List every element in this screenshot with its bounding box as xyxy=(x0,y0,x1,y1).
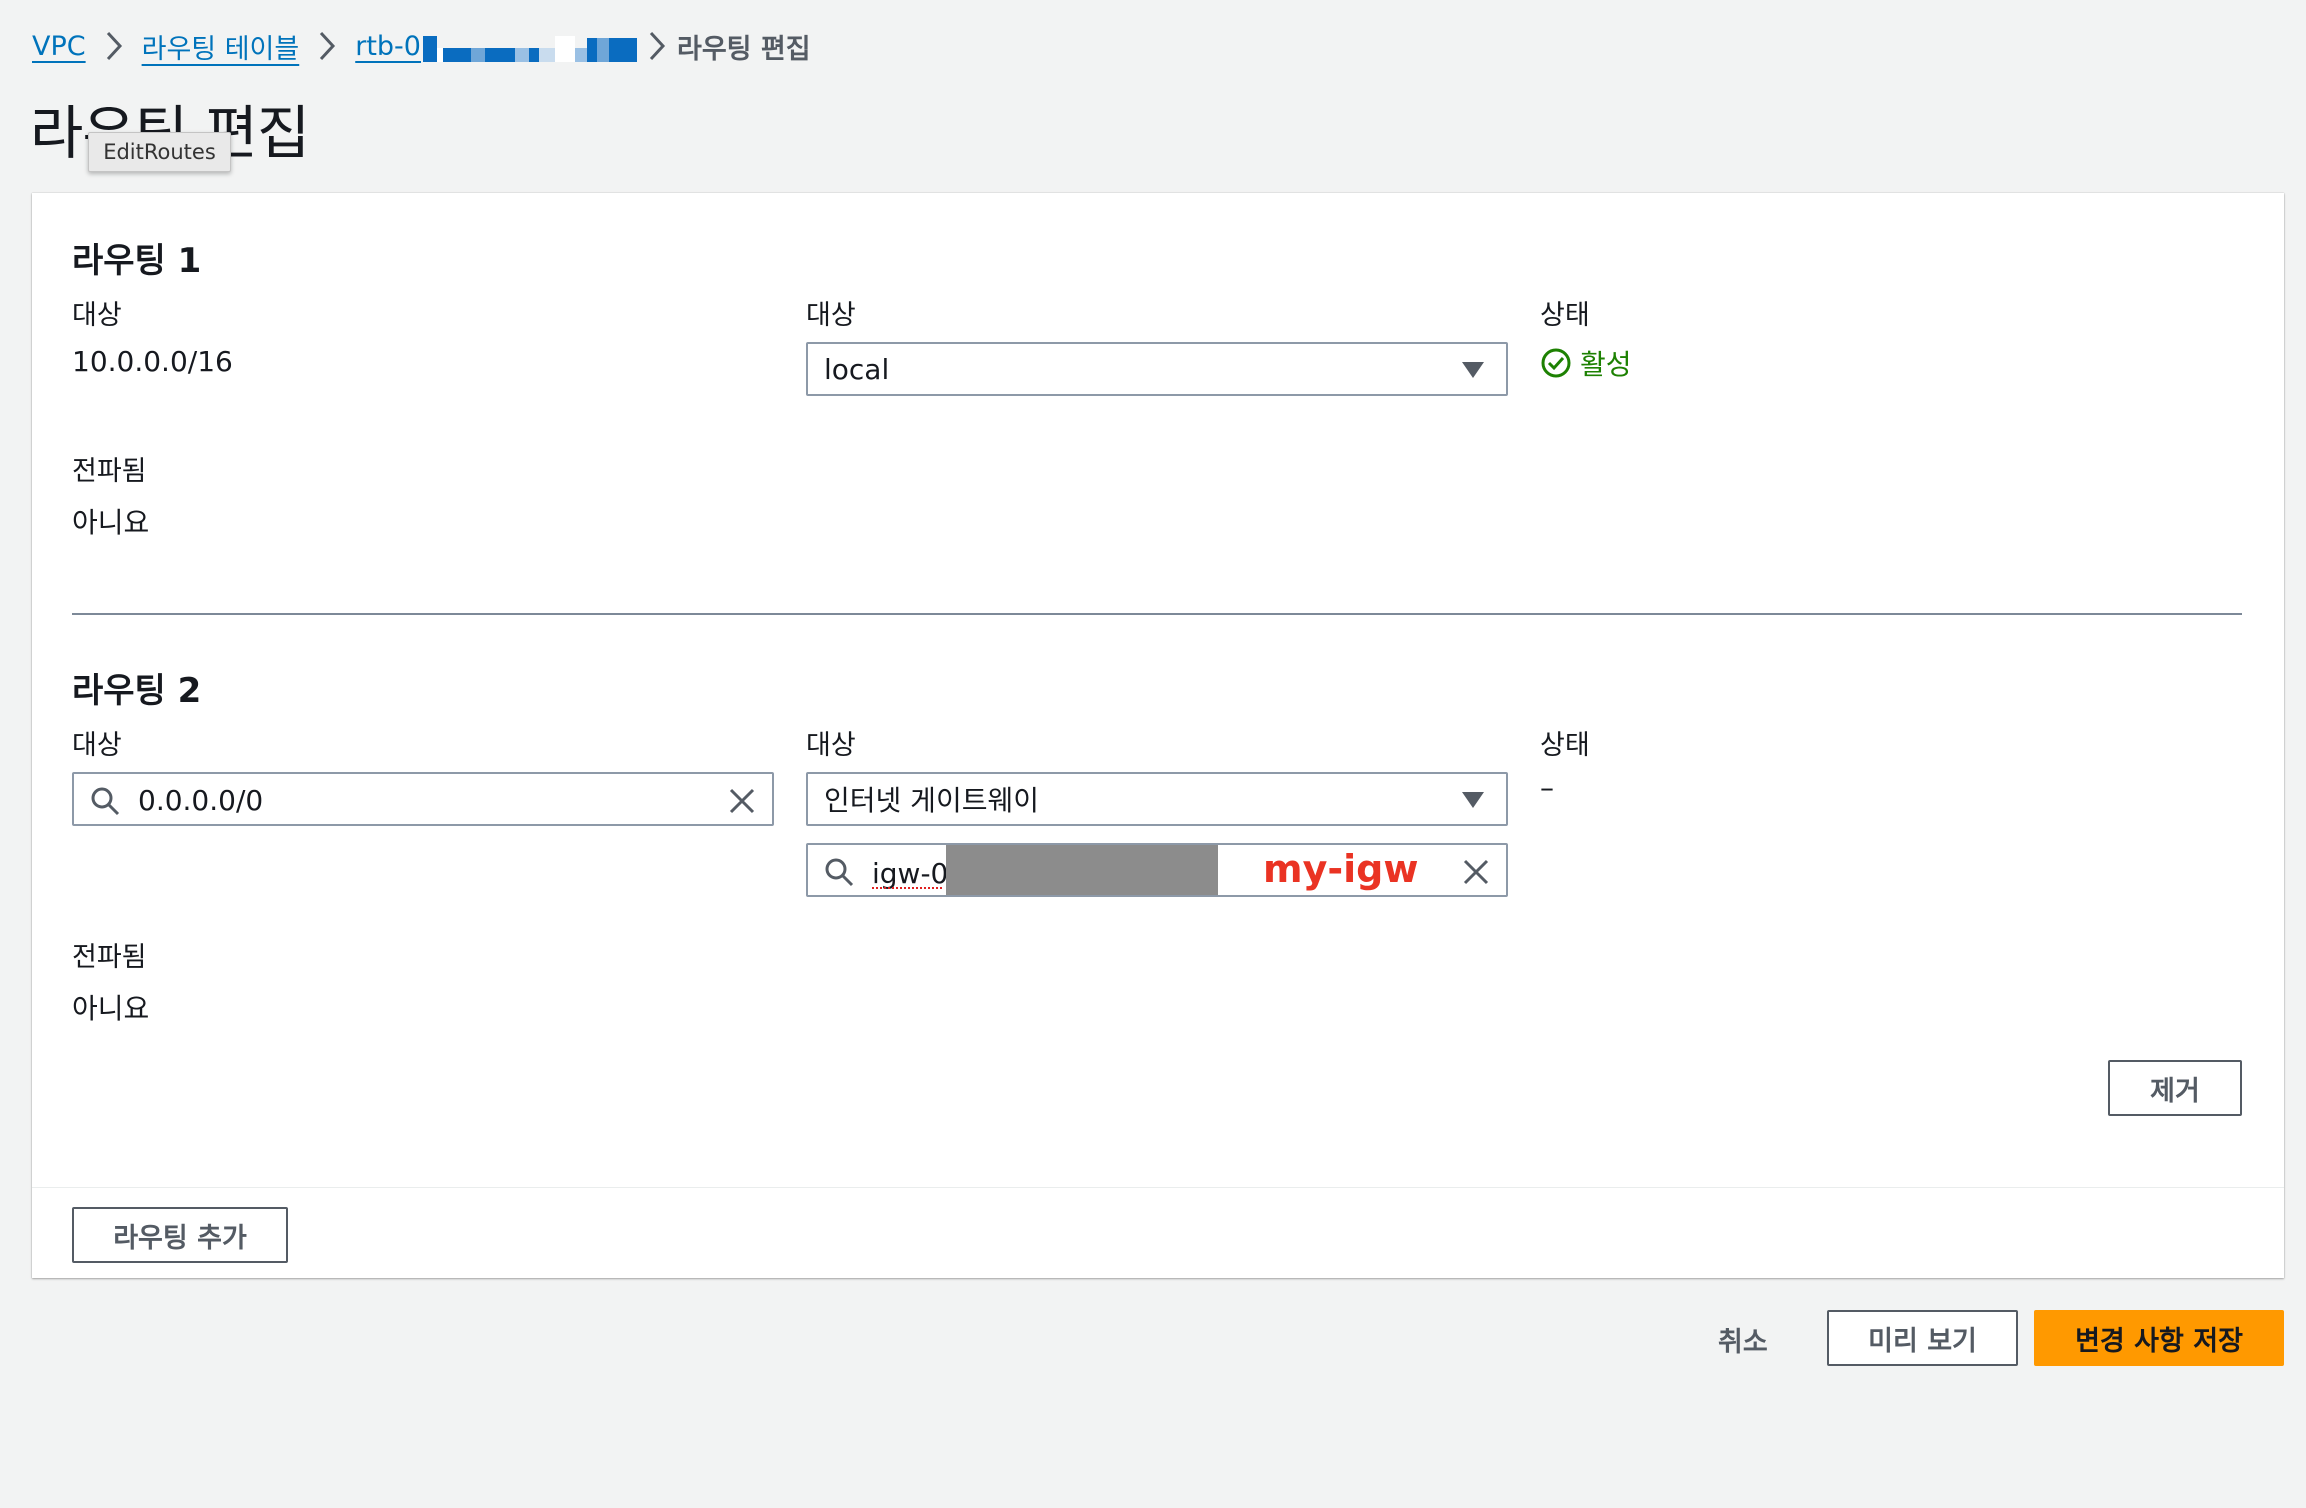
save-changes-button[interactable]: 변경 사항 저장 xyxy=(2034,1310,2284,1366)
breadcrumb-route-tables-link[interactable]: 라우팅 테이블 xyxy=(142,27,300,66)
route-1-status-value: 활성 xyxy=(1580,348,1632,381)
route-2-target-value: 인터넷 게이트웨이 xyxy=(824,784,1039,817)
breadcrumb-vpc-link[interactable]: VPC xyxy=(32,31,86,62)
routes-panel: 라우팅 1 대상 10.0.0.0/16 대상 local 상태 활성 전파됨 … xyxy=(32,193,2284,1278)
route-2-propagated-value: 아니요 xyxy=(72,992,150,1025)
route-2-target-id-input[interactable]: igw-0 my-igw xyxy=(806,843,1508,897)
route-1-target-value: local xyxy=(824,352,890,386)
chevron-right-icon xyxy=(86,30,142,62)
search-icon xyxy=(91,787,120,816)
route-2-propagated-label: 전파됨 xyxy=(72,942,147,973)
breadcrumb: VPC 라우팅 테이블 rtb-0 라우팅 편집 xyxy=(32,22,811,70)
remove-route-button[interactable]: 제거 xyxy=(2108,1060,2242,1116)
route-2-target-select[interactable]: 인터넷 게이트웨이 xyxy=(806,772,1508,826)
check-circle-icon xyxy=(1541,348,1571,378)
route-1-title: 라우팅 1 xyxy=(72,241,202,281)
route-2-status-label: 상태 xyxy=(1540,730,1590,761)
caret-down-icon xyxy=(1462,792,1484,808)
breadcrumb-route-table-id-link[interactable]: rtb-0 xyxy=(355,30,637,62)
add-route-button[interactable]: 라우팅 추가 xyxy=(72,1207,288,1263)
tooltip: EditRoutes xyxy=(88,132,231,172)
breadcrumb-current: 라우팅 편집 xyxy=(676,33,811,65)
redacted-id xyxy=(422,30,637,62)
panel-footer-divider xyxy=(32,1187,2284,1188)
caret-down-icon xyxy=(1462,362,1484,378)
close-icon[interactable] xyxy=(728,787,756,815)
route-table-id-prefix: rtb-0 xyxy=(355,30,421,62)
preview-button[interactable]: 미리 보기 xyxy=(1827,1310,2018,1366)
search-icon xyxy=(825,858,854,887)
route-2-destination-value: 0.0.0.0/0 xyxy=(138,784,264,817)
route-divider xyxy=(72,613,2242,615)
route-2-target-label: 대상 xyxy=(806,730,856,761)
route-2-destination-label: 대상 xyxy=(72,730,122,761)
chevron-right-icon xyxy=(637,30,677,62)
cancel-button[interactable]: 취소 xyxy=(1718,1320,1768,1359)
close-icon[interactable] xyxy=(1462,858,1490,886)
target-annotation: my-igw xyxy=(1263,847,1419,891)
route-1-status: 활성 xyxy=(1540,343,1632,383)
chevron-right-icon xyxy=(299,30,355,62)
route-2-title: 라우팅 2 xyxy=(72,671,202,711)
route-1-propagated-label: 전파됨 xyxy=(72,456,147,487)
route-1-destination-label: 대상 xyxy=(72,300,122,331)
route-2-status-value: – xyxy=(1540,771,1554,804)
route-1-status-label: 상태 xyxy=(1540,300,1590,331)
route-1-target-select[interactable]: local xyxy=(806,342,1508,396)
route-1-target-label: 대상 xyxy=(806,300,856,331)
route-1-destination-value: 10.0.0.0/16 xyxy=(72,345,233,378)
spellcheck-underline xyxy=(872,886,942,889)
redacted-id xyxy=(946,845,1218,895)
route-1-propagated-value: 아니요 xyxy=(72,506,150,539)
route-2-destination-input[interactable]: 0.0.0.0/0 xyxy=(72,772,774,826)
